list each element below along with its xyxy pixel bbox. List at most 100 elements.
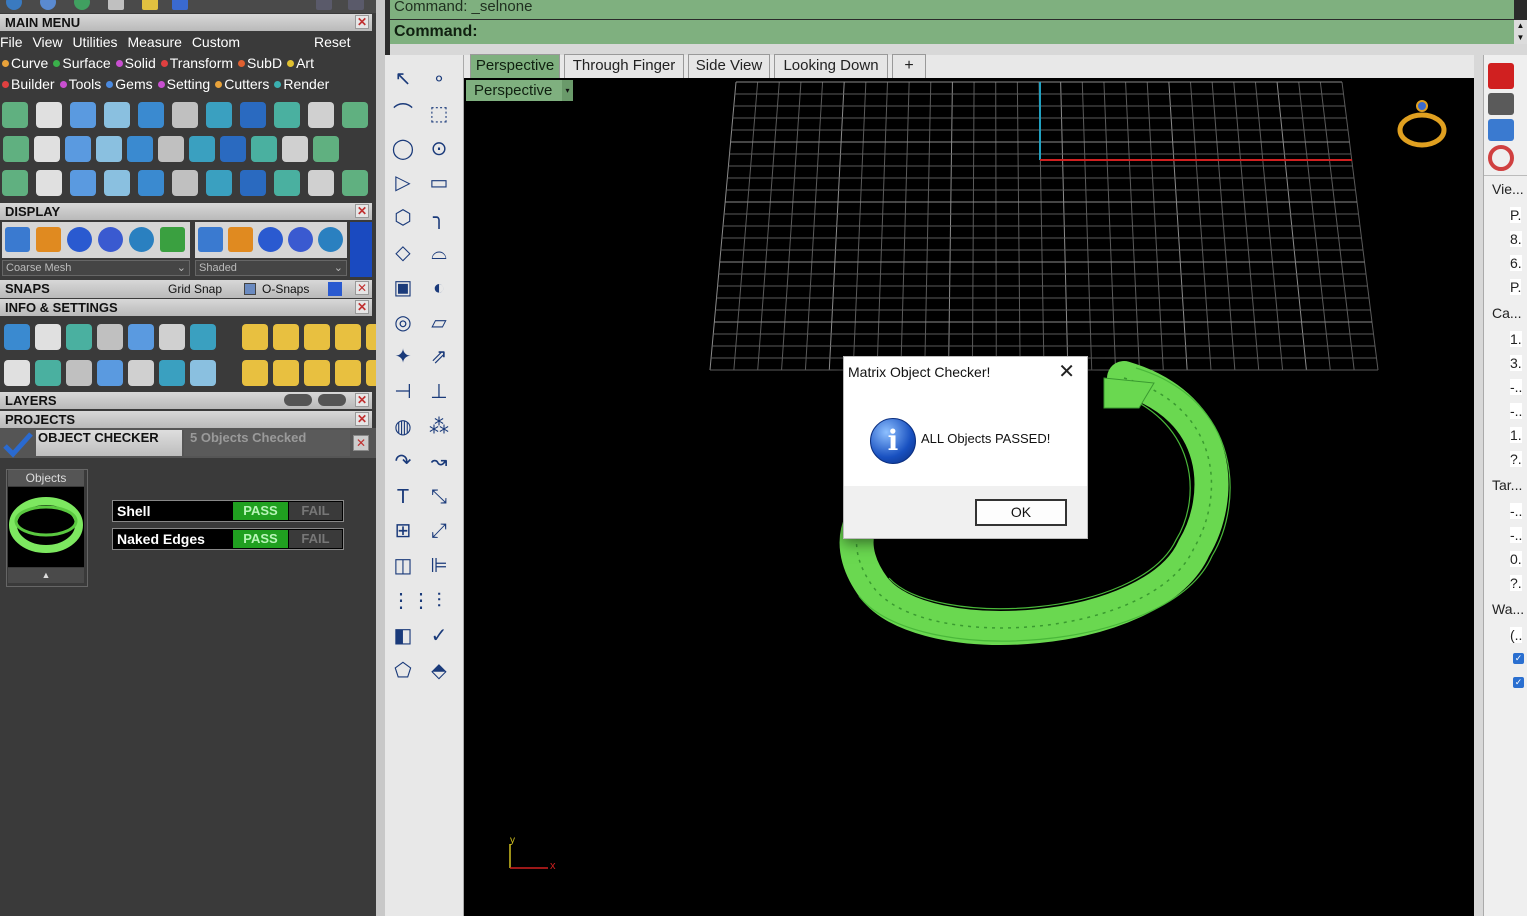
grid-snap-toggle[interactable]: Grid Snap — [168, 280, 222, 298]
fillet-curve-icon[interactable]: ╮ — [427, 206, 451, 230]
info-tool-icon[interactable] — [66, 324, 92, 350]
menu-custom[interactable]: Custom — [192, 34, 240, 50]
sphere-icon[interactable] — [228, 227, 253, 252]
info-tool-icon[interactable] — [335, 360, 361, 386]
tool-icon[interactable] — [70, 170, 96, 196]
color-icon[interactable] — [1488, 145, 1514, 171]
close-icon[interactable]: ✕ — [1058, 361, 1075, 383]
tool-icon[interactable] — [308, 102, 334, 128]
property-value-field[interactable]: 0. — [1510, 551, 1522, 567]
ellipse-icon[interactable]: ⊙ — [427, 137, 451, 161]
trim-icon[interactable]: ⊥ — [427, 380, 451, 404]
check-icon[interactable]: ✓ — [427, 624, 451, 648]
tool-icon[interactable] — [313, 136, 339, 162]
plugin-menu-item[interactable]: Builder — [0, 74, 55, 95]
tool-icon[interactable] — [206, 102, 232, 128]
tool-icon[interactable] — [189, 136, 215, 162]
layers-header[interactable]: LAYERS ✕ — [0, 392, 372, 409]
tool-icon[interactable] — [104, 102, 130, 128]
info-tool-icon[interactable] — [97, 360, 123, 386]
app-icon[interactable] — [74, 0, 90, 10]
ring-preview-icon[interactable] — [1397, 100, 1447, 148]
surface-icon[interactable]: ▣ — [391, 276, 415, 300]
object-checker-close-icon[interactable]: ✕ — [353, 435, 369, 451]
info-tool-icon[interactable] — [190, 324, 216, 350]
tab-through-finger[interactable]: Through Finger — [564, 54, 684, 78]
snaps-indicator[interactable] — [328, 282, 342, 296]
scale-icon[interactable]: ⤡ — [427, 485, 451, 509]
tool-icon[interactable] — [2, 102, 28, 128]
info-tool-icon[interactable] — [4, 360, 30, 386]
property-value-field[interactable]: P. — [1510, 279, 1522, 295]
tab-perspective[interactable]: Perspective — [470, 54, 560, 78]
mesh-quality-select[interactable]: Coarse Mesh ⌄ — [2, 260, 190, 276]
tool-icon[interactable] — [240, 102, 266, 128]
tool-icon[interactable] — [282, 136, 308, 162]
tool-icon[interactable] — [251, 136, 277, 162]
property-value-field[interactable]: -.. — [1510, 379, 1523, 395]
ring-thumbnail[interactable] — [8, 487, 84, 567]
tool-icon[interactable] — [138, 102, 164, 128]
tool-icon[interactable] — [36, 170, 62, 196]
info-tool-icon[interactable] — [128, 360, 154, 386]
scroll-right-icon[interactable] — [348, 0, 364, 10]
cylinder-icon[interactable]: ◎ — [391, 311, 415, 335]
curve-arrow-icon[interactable]: ↝ — [427, 450, 451, 474]
info-tool-icon[interactable] — [304, 324, 330, 350]
checkmark-icon[interactable] — [2, 430, 34, 458]
display-header[interactable]: DISPLAY ✕ — [0, 203, 372, 220]
point-icon[interactable]: ∘ — [427, 67, 451, 91]
property-value-field[interactable]: P. — [1510, 207, 1522, 223]
plugin-menu-item[interactable]: Setting — [156, 74, 210, 95]
rotate-icon[interactable]: ↷ — [391, 450, 415, 474]
gold-sphere-icon[interactable] — [318, 227, 343, 252]
dimension-icon[interactable]: ⊫ — [427, 554, 451, 578]
globe-icon[interactable] — [6, 0, 22, 10]
property-value-field[interactable]: -.. — [1510, 527, 1523, 543]
rectangle-points-icon[interactable]: ⬚ — [427, 102, 451, 126]
info-tool-icon[interactable] — [335, 324, 361, 350]
command-scrollbar[interactable]: ▲ ▼ — [1514, 20, 1527, 44]
tool-icon[interactable] — [96, 136, 122, 162]
property-value-field[interactable]: 1. — [1510, 427, 1522, 443]
grid-icon[interactable] — [160, 227, 185, 252]
plugin-menu-item[interactable]: Surface — [51, 53, 111, 74]
info-close-icon[interactable]: ✕ — [355, 300, 369, 314]
shaded-sphere-icon[interactable] — [67, 227, 92, 252]
blend-icon[interactable]: ◐ — [427, 276, 451, 300]
info-tool-icon[interactable] — [366, 360, 376, 386]
tool-icon[interactable] — [65, 136, 91, 162]
info-tool-icon[interactable] — [273, 324, 299, 350]
frame-icon[interactable] — [198, 227, 223, 252]
ok-button[interactable]: OK — [975, 499, 1067, 526]
tab-looking-down[interactable]: Looking Down — [774, 54, 888, 78]
xray-icon[interactable] — [288, 227, 313, 252]
arrow-up-icon[interactable]: ⇗ — [427, 345, 451, 369]
polygon-icon[interactable]: ▷ — [391, 171, 415, 195]
artistic-icon[interactable] — [129, 227, 154, 252]
check-icon[interactable] — [172, 0, 188, 10]
add-tab-button[interactable]: + — [892, 54, 926, 78]
projects-close-icon[interactable]: ✕ — [355, 412, 369, 426]
scroll-left-icon[interactable] — [316, 0, 332, 10]
info-tool-icon[interactable] — [190, 360, 216, 386]
tool-icon[interactable] — [36, 102, 62, 128]
info-tool-icon[interactable] — [35, 324, 61, 350]
help-icon[interactable] — [1488, 119, 1514, 141]
rectangle-icon[interactable]: ▭ — [427, 171, 451, 195]
tool-icon[interactable] — [342, 102, 368, 128]
plugin-menu-item[interactable]: Solid — [114, 53, 156, 74]
info-tool-icon[interactable] — [128, 324, 154, 350]
tool-icon[interactable] — [240, 170, 266, 196]
projects-header[interactable]: PROJECTS ✕ — [0, 411, 372, 428]
property-value-field[interactable]: ?. — [1510, 451, 1522, 467]
points-icon[interactable]: ⁂ — [427, 415, 451, 439]
property-value-field[interactable]: 6. — [1510, 255, 1522, 271]
solid-icon[interactable]: ⬠ — [391, 659, 415, 683]
env-map-icon[interactable] — [258, 227, 283, 252]
info-tool-icon[interactable] — [304, 360, 330, 386]
collapse-button[interactable]: ▲ — [8, 568, 84, 583]
boolean-icon[interactable]: ◍ — [391, 415, 415, 439]
eye-icon[interactable] — [318, 394, 346, 406]
viewport-title[interactable]: Perspective — [466, 80, 562, 101]
